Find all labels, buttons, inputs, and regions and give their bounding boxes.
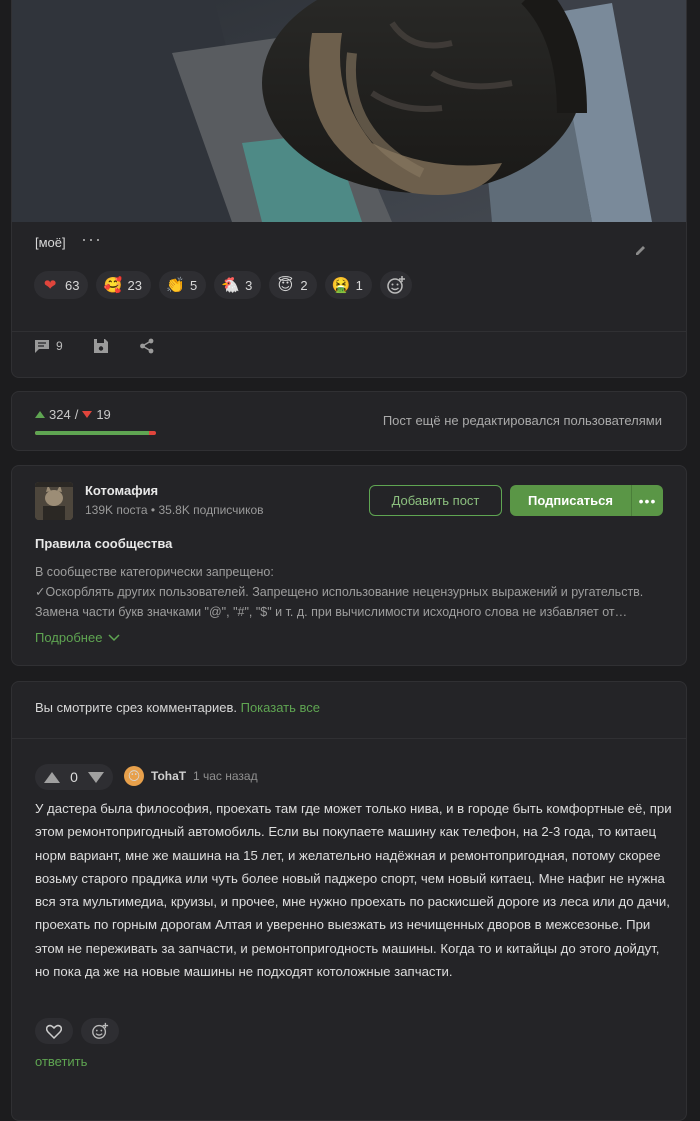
smiling-hearts-icon: 🥰 xyxy=(103,276,123,294)
avatar[interactable]: 😶 xyxy=(124,766,144,786)
add-reaction-button[interactable] xyxy=(379,271,412,299)
comments-slice-note: Вы смотрите срез комментариев. Показать … xyxy=(35,700,320,715)
community-name[interactable]: Котомафия xyxy=(85,483,158,498)
community-subscribers: 35.8K подписчиков xyxy=(158,503,264,517)
community-card: Котомафия 139K поста • 35.8K подписчиков… xyxy=(11,465,687,666)
comment-time[interactable]: 1 час назад xyxy=(193,769,258,783)
clapping-icon: 👏 xyxy=(165,276,185,294)
reaction-clapping[interactable]: 👏 5 xyxy=(158,271,207,299)
rules-line: В сообществе категорически запрещено: xyxy=(35,565,274,579)
divider xyxy=(12,331,686,332)
comment-score: 0 xyxy=(70,769,78,785)
comments-count: 9 xyxy=(56,339,63,353)
post-card: [моё] ··· ❤ 63 🥰 23 👏 5 🐔 3 😇 2 🤮 1 9 xyxy=(11,0,687,378)
rating-separator: / xyxy=(74,407,79,422)
reaction-chicken[interactable]: 🐔 3 xyxy=(214,271,262,299)
comment-actions xyxy=(35,1018,119,1044)
comment-text: У дастера была философия, проехать там г… xyxy=(35,801,672,980)
reaction-halo[interactable]: 😇 2 xyxy=(269,271,317,299)
edit-pencil-icon[interactable] xyxy=(634,243,650,259)
show-all-link[interactable]: Показать все xyxy=(241,700,320,715)
minus-arrow-icon xyxy=(82,411,93,418)
halo-icon: 😇 xyxy=(277,276,294,294)
rules-line: ✓Оскорблять других пользователей. Запрещ… xyxy=(35,585,644,599)
share-icon xyxy=(139,338,154,354)
community-avatar[interactable] xyxy=(35,482,73,520)
subscribe-more-button[interactable]: ••• xyxy=(631,485,663,516)
add-reaction-button[interactable] xyxy=(81,1018,119,1044)
reply-link[interactable]: ответить xyxy=(35,1054,87,1069)
comments-card: Вы смотрите срез комментариев. Показать … xyxy=(11,681,687,1121)
reaction-count: 23 xyxy=(127,277,142,293)
upvote-icon[interactable] xyxy=(44,771,60,783)
vomit-icon: 🤮 xyxy=(331,276,351,294)
reaction-count: 63 xyxy=(65,277,80,293)
save-icon xyxy=(93,339,108,353)
reaction-smiling-hearts[interactable]: 🥰 23 xyxy=(96,271,151,299)
plus-arrow-icon xyxy=(35,411,45,418)
subscribe-group: Подписаться ••• xyxy=(510,485,663,516)
edit-note: Пост ещё не редактировался пользователям… xyxy=(382,413,662,428)
pluses-count: 324 xyxy=(49,407,71,422)
slice-note-text: Вы смотрите срез комментариев. xyxy=(35,700,237,715)
post-actions: 9 xyxy=(34,338,185,354)
rating-bar xyxy=(35,431,156,435)
add-emoji-icon xyxy=(387,276,405,294)
post-more-icon[interactable]: ··· xyxy=(81,229,102,250)
like-button[interactable] xyxy=(35,1018,73,1044)
cat-photo xyxy=(12,0,686,222)
rules-more-link[interactable]: Подробнее xyxy=(35,630,120,645)
reaction-count: 1 xyxy=(355,277,363,293)
rules-title: Правила сообщества xyxy=(35,536,173,551)
community-stats: 139K поста • 35.8K подписчиков xyxy=(85,503,264,517)
subscribe-button[interactable]: Подписаться xyxy=(510,485,631,516)
rating-card: 324 / 19 Пост ещё не редактировался поль… xyxy=(11,391,687,451)
post-tag[interactable]: [моё] xyxy=(35,235,66,250)
reactions-bar: ❤ 63 🥰 23 👏 5 🐔 3 😇 2 🤮 1 xyxy=(34,271,412,299)
reaction-count: 3 xyxy=(245,277,253,293)
comments-button[interactable]: 9 xyxy=(34,338,63,354)
minuses-count: 19 xyxy=(96,407,111,422)
share-button[interactable] xyxy=(139,338,155,354)
heart-icon: ❤ xyxy=(43,276,57,294)
reaction-heart[interactable]: ❤ 63 xyxy=(34,271,89,299)
divider xyxy=(12,738,686,739)
reaction-vomit[interactable]: 🤮 1 xyxy=(324,271,372,299)
stats-dot: • xyxy=(150,503,156,517)
rules-line: Замена части букв значками "@", "#", "$"… xyxy=(35,605,628,619)
add-post-button[interactable]: Добавить пост xyxy=(369,485,502,516)
add-emoji-icon xyxy=(92,1022,109,1039)
heart-outline-icon xyxy=(46,1024,62,1039)
reaction-count: 2 xyxy=(300,277,308,293)
post-image[interactable] xyxy=(12,0,686,222)
community-posts: 139K поста xyxy=(85,503,148,517)
reaction-count: 5 xyxy=(189,277,198,293)
rating-bar-positive xyxy=(35,431,150,435)
downvote-icon[interactable] xyxy=(87,771,104,783)
save-button[interactable] xyxy=(93,338,109,354)
chicken-icon: 🐔 xyxy=(221,276,240,294)
rating-counts: 324 / 19 xyxy=(35,407,111,422)
more-link-label: Подробнее xyxy=(35,630,103,645)
comment-author[interactable]: TohaT xyxy=(151,769,186,783)
chevron-down-icon xyxy=(108,633,120,641)
comment-icon xyxy=(35,340,49,353)
rules-text: В сообществе категорически запрещено: ✓О… xyxy=(35,562,667,622)
comment-vote: 0 xyxy=(35,764,113,790)
